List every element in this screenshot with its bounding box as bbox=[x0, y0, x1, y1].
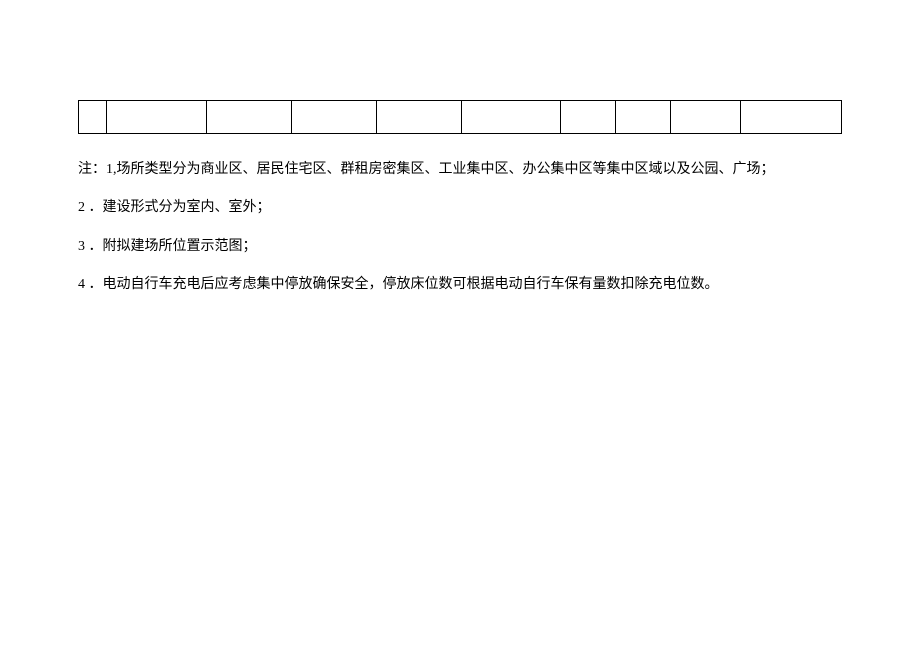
table-cell bbox=[741, 101, 841, 133]
table-cell bbox=[671, 101, 741, 133]
table-cell bbox=[561, 101, 616, 133]
document-content: 注：1,场所类型分为商业区、居民住宅区、群租房密集区、工业集中区、办公集中区等集… bbox=[0, 0, 920, 304]
table-cell bbox=[107, 101, 207, 133]
note-item-3: 3 ．附拟建场所位置示范图； bbox=[78, 229, 842, 265]
table-cell bbox=[292, 101, 377, 133]
table-cell bbox=[377, 101, 462, 133]
note-item-4: 4 ．电动自行车充电后应考虑集中停放确保安全，停放床位数可根据电动自行车保有量数… bbox=[78, 267, 842, 303]
table-row bbox=[78, 100, 842, 134]
table-cell bbox=[616, 101, 671, 133]
note-item-2: 2 ．建设形式分为室内、室外； bbox=[78, 190, 842, 226]
table-cell bbox=[79, 101, 107, 133]
table-cell bbox=[462, 101, 562, 133]
note-item-1: 注：1,场所类型分为商业区、居民住宅区、群租房密集区、工业集中区、办公集中区等集… bbox=[78, 152, 842, 188]
notes-section: 注：1,场所类型分为商业区、居民住宅区、群租房密集区、工业集中区、办公集中区等集… bbox=[78, 152, 842, 304]
table-cell bbox=[207, 101, 292, 133]
